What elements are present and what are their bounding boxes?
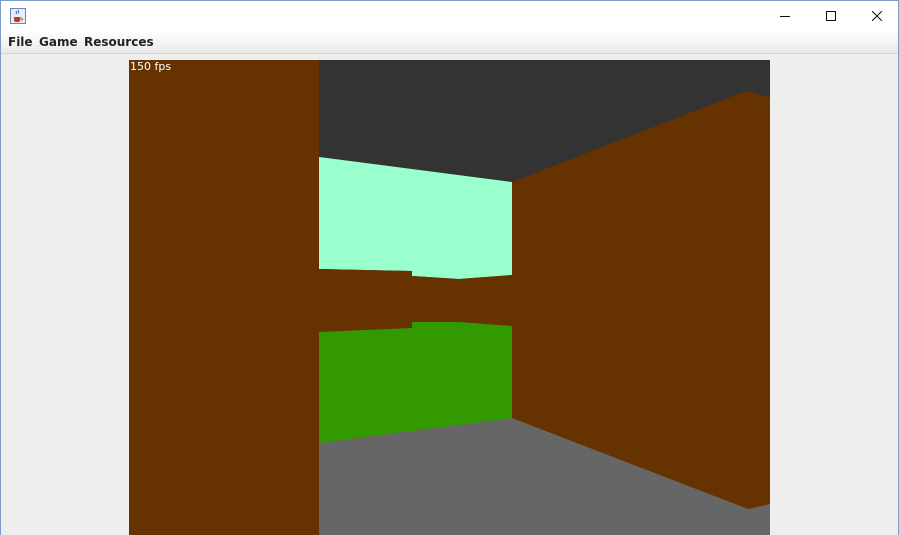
minimize-icon [780,16,790,17]
java-coffee-cup-icon [10,8,26,24]
left-brown-wall [129,60,319,535]
close-icon [872,11,882,21]
title-bar[interactable] [1,1,898,31]
fps-counter: 150 fps [130,60,172,73]
minimize-button[interactable] [762,1,808,31]
menu-game[interactable]: Game [39,35,78,49]
maximize-button[interactable] [808,1,854,31]
close-button[interactable] [854,1,899,31]
menu-resources[interactable]: Resources [84,35,154,49]
game-viewport[interactable]: 150 fps [129,60,770,535]
menu-bar: File Game Resources [1,31,898,54]
app-window: File Game Resources 150 fps [0,0,899,535]
content-area: 150 fps [1,55,898,535]
menu-file[interactable]: File [8,35,33,49]
raycast-scene [129,60,770,535]
maximize-icon [826,11,836,21]
